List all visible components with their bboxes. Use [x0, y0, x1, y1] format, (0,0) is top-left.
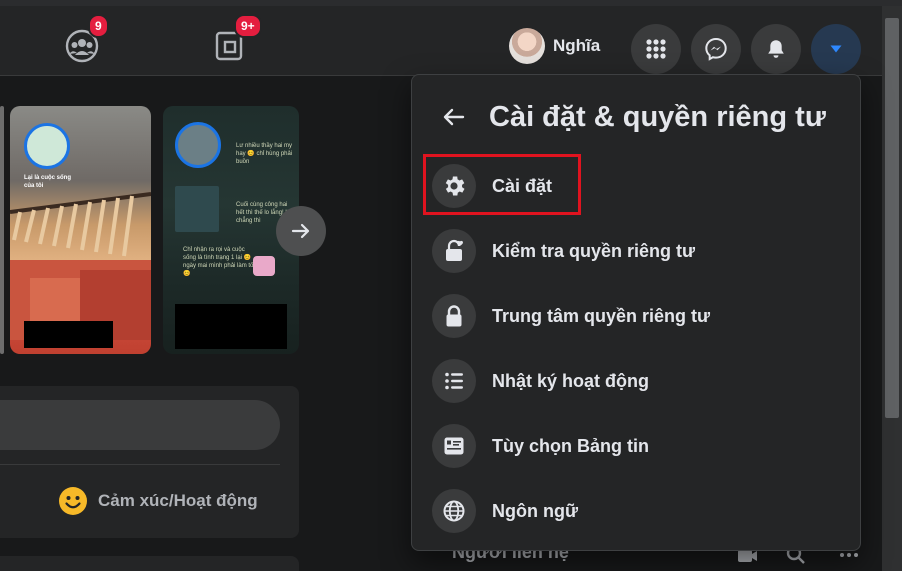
redacted-name — [24, 321, 113, 348]
menu-item-label: Ngôn ngữ — [492, 500, 579, 521]
story-photo — [175, 186, 219, 232]
smiley-icon — [59, 487, 87, 515]
notifications-button[interactable] — [751, 24, 801, 74]
page-scrollbar[interactable] — [882, 6, 902, 571]
menu-item-activity-log[interactable]: Nhật ký hoạt động — [428, 352, 848, 410]
menu-item-feed-preferences[interactable]: Tùy chọn Bảng tin — [428, 417, 848, 475]
feed-card-partial — [0, 556, 299, 571]
feeling-label: Cảm xúc/Hoạt động — [98, 491, 258, 510]
caret-down-icon — [830, 45, 842, 53]
bell-icon — [768, 40, 784, 58]
story-card[interactable]: Lại là cuộc sống của tôi — [10, 106, 151, 354]
highlight-box — [423, 154, 581, 215]
lock-heart-icon — [432, 229, 476, 273]
divider — [0, 464, 280, 465]
redacted-name — [175, 304, 287, 349]
story-avatar — [175, 122, 221, 168]
post-composer: Cảm xúc/Hoạt động — [0, 386, 299, 538]
messenger-icon — [705, 37, 727, 61]
menu-title: Cài đặt & quyền riêng tư — [489, 101, 826, 133]
grid-menu-icon — [646, 39, 666, 59]
menu-item-label: Kiểm tra quyền riêng tư — [492, 240, 696, 261]
account-menu-button[interactable] — [811, 24, 861, 74]
feed-icon — [432, 424, 476, 468]
arrow-right-icon — [291, 223, 310, 239]
settings-privacy-menu: Cài đặt & quyền riêng tư Cài đặt Kiểm tr… — [411, 74, 861, 551]
pages-badge: 9+ — [234, 14, 262, 38]
list-icon — [432, 359, 476, 403]
composer-input[interactable] — [0, 400, 280, 450]
clothes-rack-image — [10, 192, 151, 340]
profile-shortcut[interactable]: Nghĩa — [509, 26, 600, 66]
menu-grid-button[interactable] — [631, 24, 681, 74]
story-card-partial[interactable] — [0, 106, 4, 354]
back-button[interactable] — [436, 97, 472, 137]
menu-item-language[interactable]: Ngôn ngữ — [428, 482, 848, 540]
pages-nav-button[interactable]: 9+ — [213, 14, 262, 64]
story-caption: Lại là cuộc sống của tôi — [24, 175, 72, 189]
story-sticker — [253, 256, 275, 276]
messenger-button[interactable] — [691, 24, 741, 74]
menu-item-label: Trung tâm quyền riêng tư — [492, 305, 711, 326]
feeling-activity-button[interactable]: Cảm xúc/Hoạt động — [58, 486, 258, 516]
avatar — [509, 28, 545, 64]
scroll-thumb[interactable] — [885, 18, 899, 418]
story-text: Lư nhiều thầy hai my hay 😊 chỉ hùng phải… — [236, 143, 293, 165]
menu-item-label: Tùy chọn Bảng tin — [492, 435, 649, 456]
stories-next-button[interactable] — [276, 206, 326, 256]
top-navbar: 9 9+ Nghĩa — [0, 6, 882, 76]
menu-header: Cài đặt & quyền riêng tư — [412, 97, 860, 137]
profile-name: Nghĩa — [553, 36, 601, 55]
menu-item-privacy-checkup[interactable]: Kiểm tra quyền riêng tư — [428, 222, 848, 280]
globe-icon — [432, 489, 476, 533]
arrow-left-icon — [443, 108, 465, 126]
menu-item-label: Nhật ký hoạt động — [492, 370, 649, 391]
story-avatar — [24, 123, 70, 169]
groups-badge: 9 — [88, 14, 109, 38]
lock-icon — [432, 294, 476, 338]
menu-item-privacy-center[interactable]: Trung tâm quyền riêng tư — [428, 287, 848, 345]
groups-nav-button[interactable]: 9 — [64, 14, 109, 64]
story-text: Chỉ nhận ra rọi và cuộc sống là tình trạ… — [183, 247, 256, 277]
